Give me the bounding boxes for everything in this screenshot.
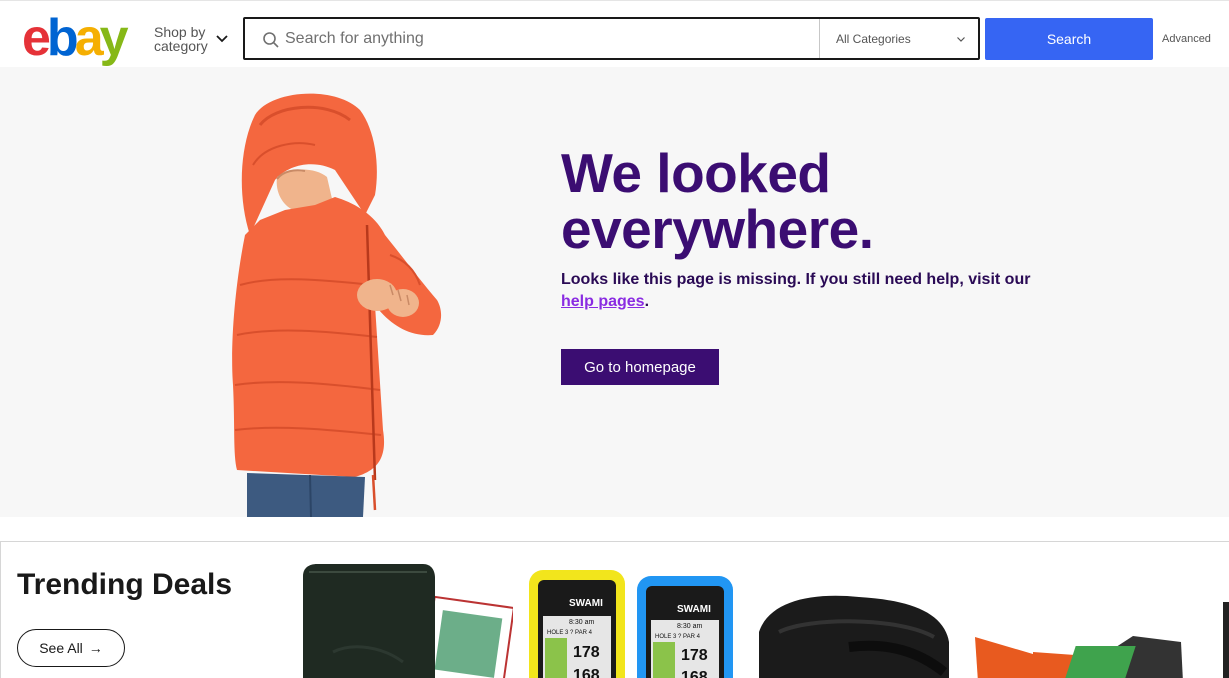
category-select[interactable]: All Categories <box>819 19 980 58</box>
see-all-label: See All <box>39 640 83 656</box>
advanced-search-link[interactable]: Advanced <box>1162 33 1211 45</box>
product-image-putting-trainer[interactable] <box>973 562 1188 678</box>
gps-distance-middle: 168 <box>681 669 708 678</box>
help-pages-link[interactable]: help pages <box>561 293 645 310</box>
gps-brand-label: SWAMI <box>677 604 711 615</box>
gps-distance-front: 178 <box>681 647 708 664</box>
message-period: . <box>644 293 650 310</box>
logo-letter-b: b <box>46 9 79 67</box>
chevron-down-icon <box>216 35 228 43</box>
gps-hole: HOLE 3 ? PAR 4 <box>655 634 701 640</box>
see-all-button[interactable]: See All → <box>17 629 125 667</box>
trending-deals-title: Trending Deals <box>17 568 233 601</box>
product-image-golf-gps-blue[interactable]: SWAMI 8:30 am HOLE 3 ? PAR 4 178 168 <box>637 562 735 678</box>
page-title: We looked everywhere. <box>561 145 1081 257</box>
shop-by-line1: Shop by <box>154 24 206 40</box>
product-image-golf-gps-yellow[interactable]: SWAMI 8:30 am HOLE 3 ? PAR 4 178 168 <box>529 562 627 678</box>
gps-hole: HOLE 3 ? PAR 4 <box>547 630 593 636</box>
child-in-orange-jacket-image <box>232 93 442 517</box>
category-select-value: All Categories <box>836 32 911 46</box>
gps-distance-middle: 168 <box>573 667 600 678</box>
gps-distance-front: 178 <box>573 644 600 661</box>
next-product-edge <box>1223 602 1229 678</box>
search-icon <box>263 32 279 48</box>
site-header: ebay Shop by category All Categories Sea… <box>0 0 1229 67</box>
go-to-homepage-button[interactable]: Go to homepage <box>561 349 719 385</box>
gps-time: 8:30 am <box>569 619 594 626</box>
ebay-logo[interactable]: ebay <box>22 9 129 67</box>
product-image-scorecard-holder[interactable] <box>303 562 513 678</box>
shop-by-category-label: Shop by category <box>154 25 208 53</box>
chevron-down-icon <box>957 37 965 42</box>
logo-letter-y: y <box>99 9 129 67</box>
search-input[interactable] <box>285 25 815 53</box>
page-title-line2: everywhere. <box>561 198 874 260</box>
not-found-hero: We looked everywhere. Looks like this pa… <box>0 67 1229 517</box>
trending-deals-section: Trending Deals See All → SWAMI 8:30 am HO… <box>0 541 1229 678</box>
arrow-right-icon: → <box>88 640 103 656</box>
missing-page-message-text: Looks like this page is missing. If you … <box>561 271 1031 288</box>
shop-by-line2: category <box>154 38 208 54</box>
search-bar: All Categories <box>243 17 980 60</box>
missing-page-message: Looks like this page is missing. If you … <box>561 269 1051 313</box>
page-title-line1: We looked <box>561 142 831 204</box>
shop-by-category-button[interactable]: Shop by category <box>154 25 234 55</box>
logo-letter-a: a <box>74 9 104 67</box>
gps-brand-label: SWAMI <box>569 598 603 609</box>
logo-letter-e: e <box>22 9 51 67</box>
search-button[interactable]: Search <box>985 18 1153 60</box>
product-image-training-strap[interactable] <box>749 562 959 678</box>
gps-time: 8:30 am <box>677 623 702 630</box>
